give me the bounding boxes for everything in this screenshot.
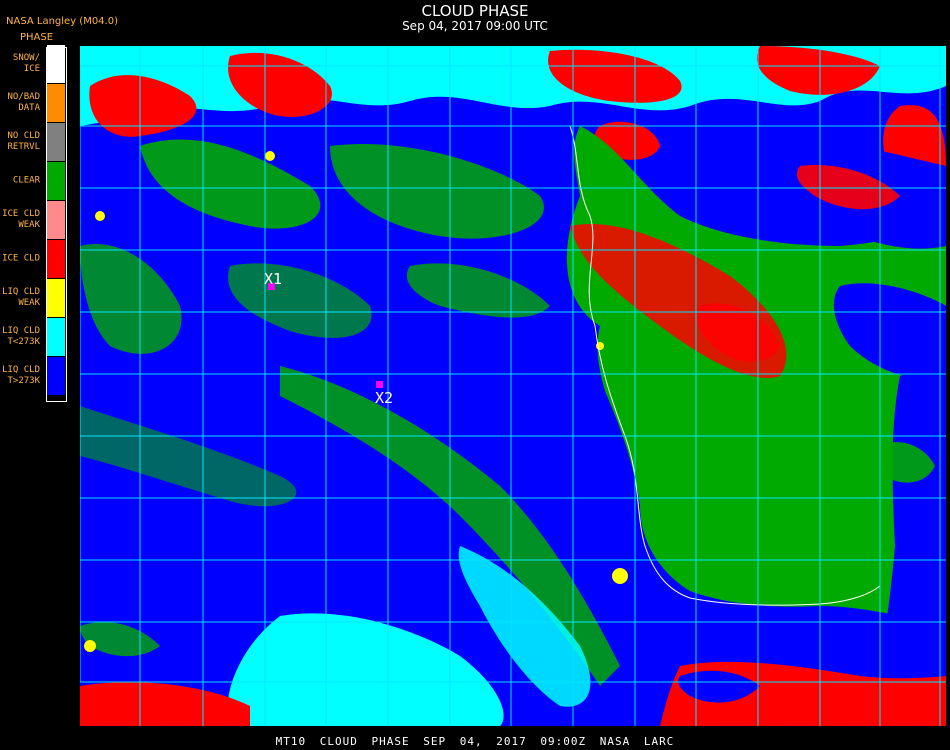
legend-label: LIQ CLD T>273K bbox=[2, 365, 40, 386]
legend-label: CLEAR bbox=[12, 175, 40, 186]
legend-title: PHASE bbox=[20, 32, 54, 43]
timestamp: Sep 04, 2017 09:00 UTC bbox=[402, 19, 548, 33]
footer-caption: MT10 CLOUD PHASE SEP 04, 2017 09:00Z NAS… bbox=[275, 735, 675, 748]
legend-label: ICE CLD bbox=[2, 253, 40, 264]
marker-x2[interactable] bbox=[376, 381, 383, 388]
legend-label: ICE CLD WEAK bbox=[2, 209, 40, 230]
legend-label: NO/BAD DATA bbox=[7, 92, 40, 113]
marker-x1-label: X1 bbox=[264, 270, 282, 288]
legend-frame bbox=[46, 47, 67, 402]
marker-x2-label: X2 bbox=[375, 389, 393, 407]
legend-label: NO CLD RETRVL bbox=[7, 131, 40, 152]
legend-label: LIQ CLD T<273K bbox=[2, 326, 40, 347]
map-canvas: X1 X2 bbox=[80, 46, 946, 726]
legend-label: SNOW/ ICE bbox=[12, 53, 40, 74]
page-title: CLOUD PHASE bbox=[421, 2, 529, 20]
cloud-phase-map[interactable]: X1 X2 bbox=[80, 46, 946, 726]
legend-label: LIQ CLD WEAK bbox=[2, 287, 40, 308]
